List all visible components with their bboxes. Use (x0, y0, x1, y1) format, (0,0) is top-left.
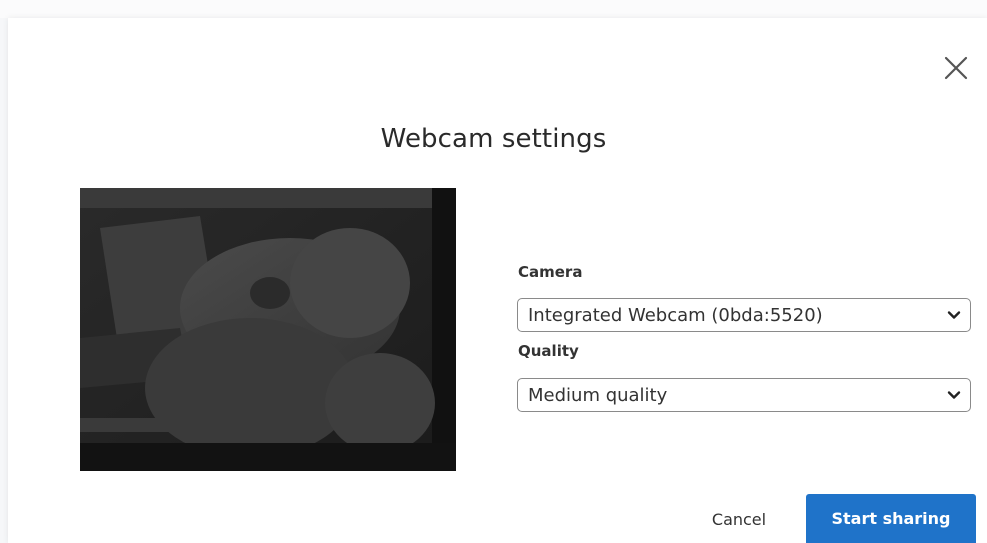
webcam-preview-image (80, 188, 456, 471)
quality-label: Quality (518, 342, 579, 360)
start-sharing-button[interactable]: Start sharing (806, 494, 976, 543)
chevron-down-icon (947, 311, 961, 319)
quality-select[interactable]: Medium quality (517, 378, 971, 412)
chevron-down-icon (947, 391, 961, 399)
page: Webcam settings Camera Integrated Webcam… (0, 0, 987, 543)
camera-select[interactable]: Integrated Webcam (0bda:5520) (517, 298, 971, 332)
cancel-button[interactable]: Cancel (700, 503, 778, 537)
webcam-preview (80, 188, 456, 471)
quality-select-value: Medium quality (528, 385, 668, 406)
camera-select-value: Integrated Webcam (0bda:5520) (528, 305, 823, 326)
close-icon (944, 56, 968, 80)
dialog-title: Webcam settings (380, 124, 607, 154)
top-strip (0, 0, 987, 18)
camera-label: Camera (518, 263, 583, 281)
close-button[interactable] (939, 51, 973, 85)
